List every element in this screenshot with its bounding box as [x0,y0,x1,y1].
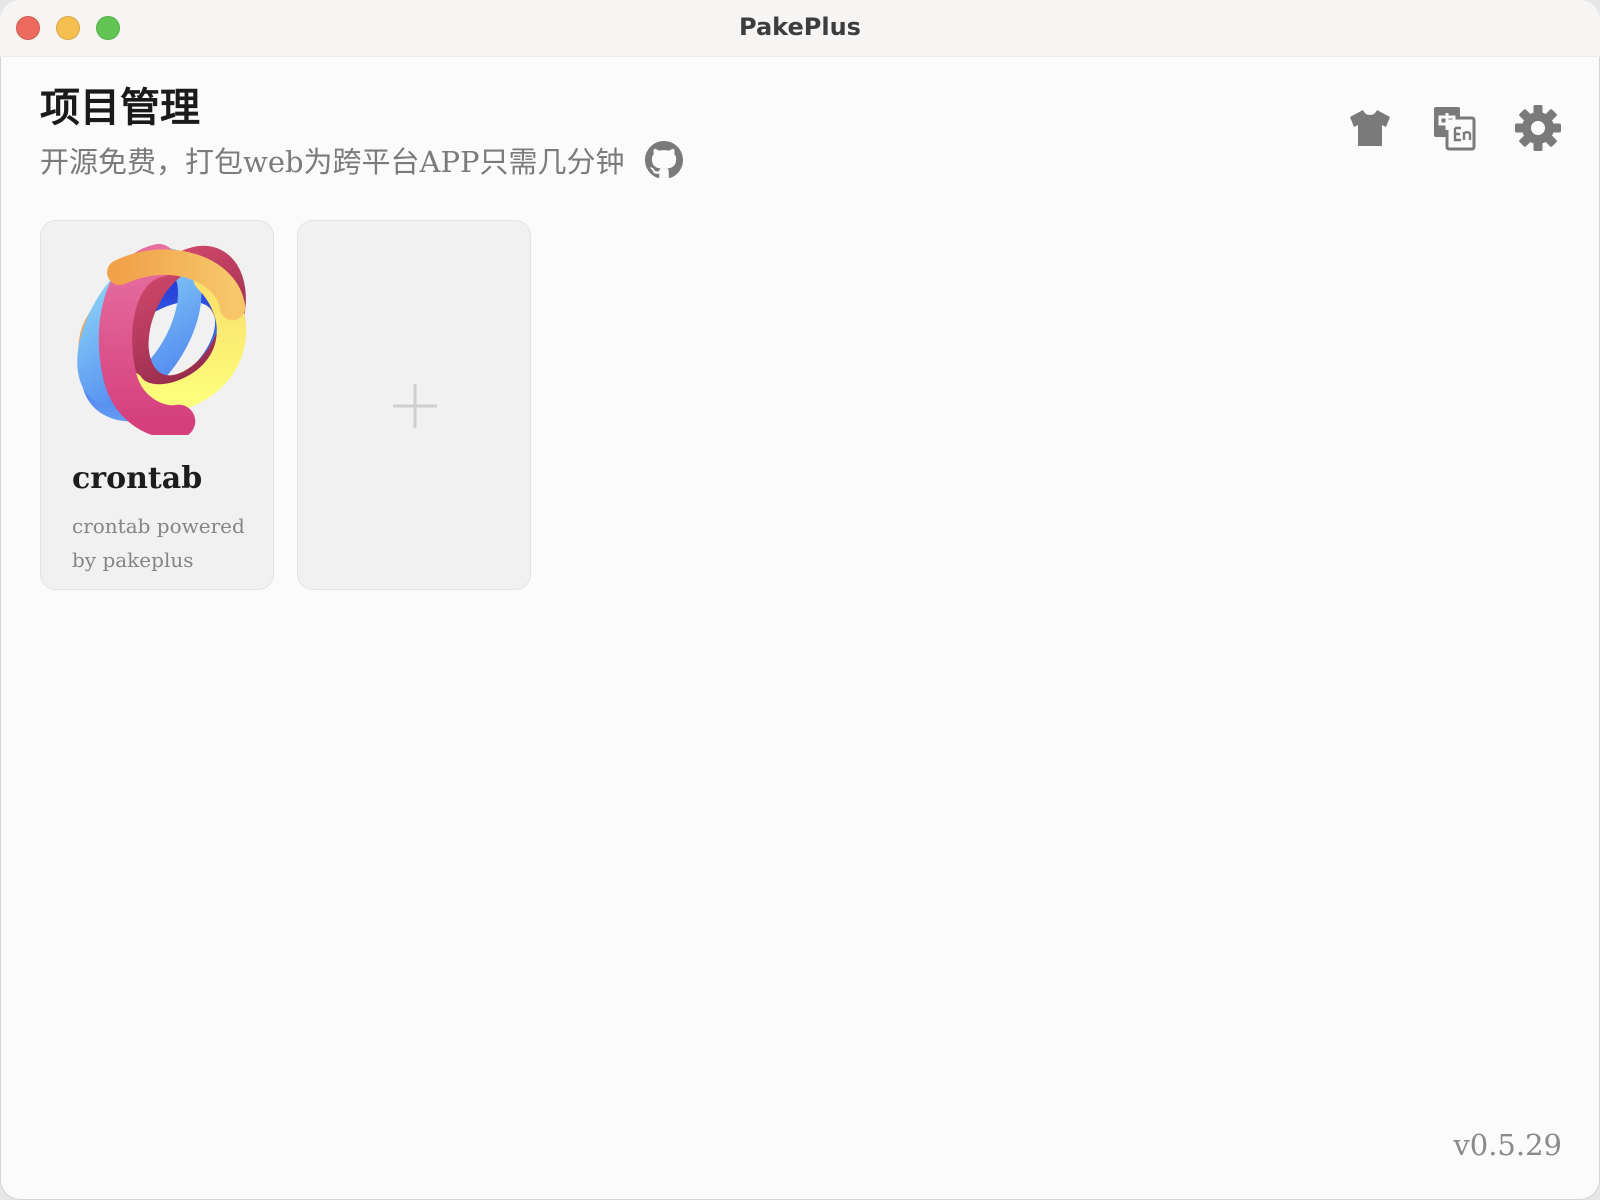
gear-icon[interactable] [1514,104,1562,152]
github-icon[interactable] [644,141,683,179]
project-logo-icon [77,243,247,435]
add-project-button[interactable] [297,220,531,590]
version-label: v0.5.29 [1453,1128,1562,1162]
project-description: crontab powered by pakeplus [72,514,245,572]
app-window: PakePlus 项目管理 开源免费，打包web为跨平台APP只需几分钟 cro… [0,0,1600,1200]
title-bar[interactable]: PakePlus [0,0,1600,57]
project-card[interactable]: crontab crontab powered by pakeplus [40,220,274,590]
tshirt-icon[interactable] [1346,104,1394,152]
page-title: 项目管理 [40,84,200,131]
window-title: PakePlus [739,13,861,41]
project-name: crontab [72,461,203,496]
plus-icon [393,384,437,428]
page-subtitle: 开源免费，打包web为跨平台APP只需几分钟 [40,145,625,179]
subtitle-row: 开源免费，打包web为跨平台APP只需几分钟 [40,138,683,182]
translate-icon[interactable] [1430,104,1478,152]
